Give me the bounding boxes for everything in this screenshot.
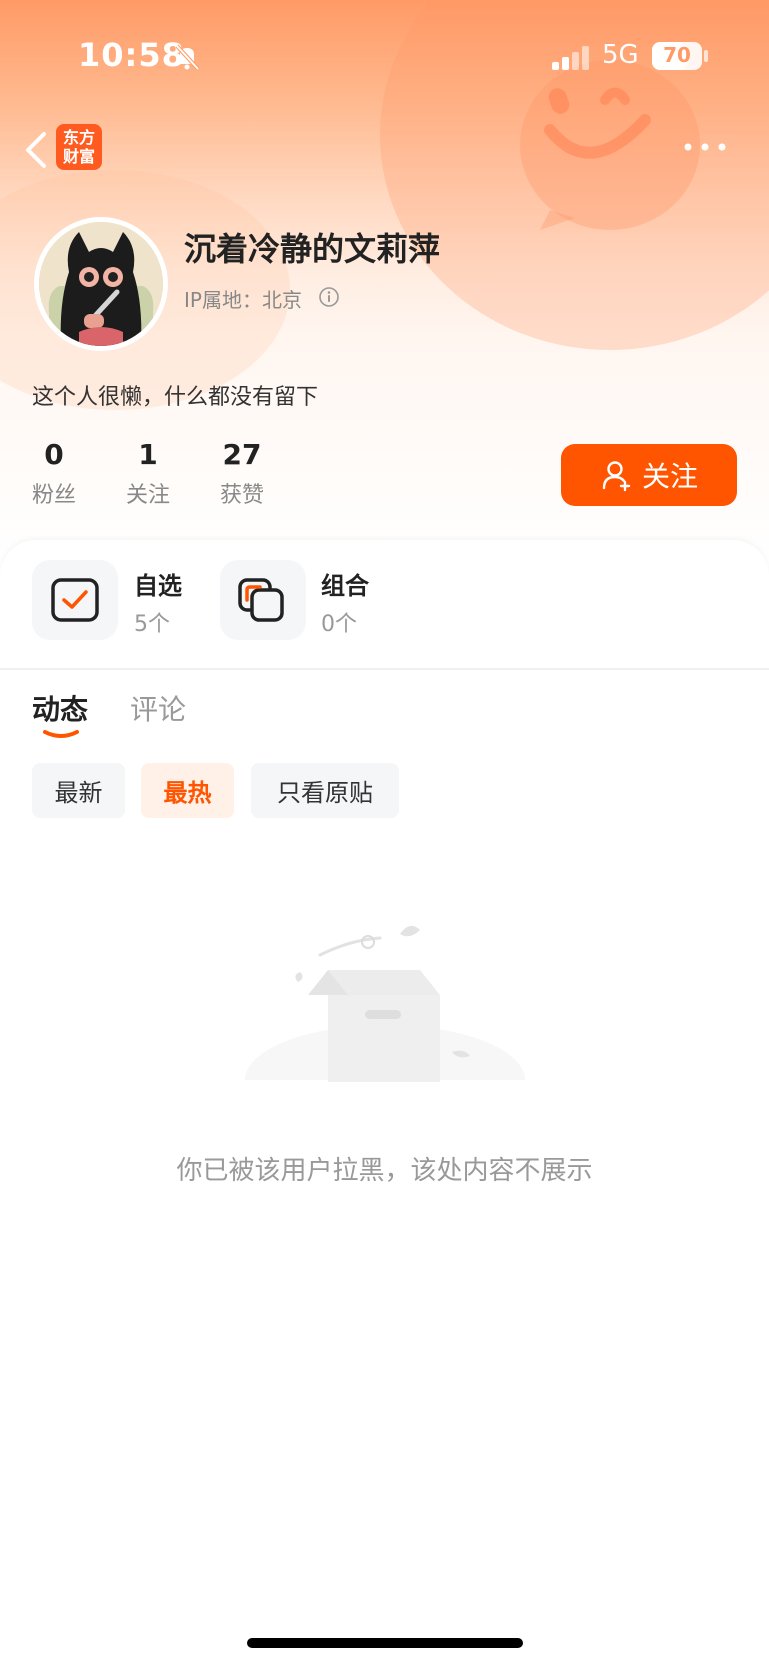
ip-location: IP属地：北京 xyxy=(184,288,302,312)
status-bar: 10:58 5G 70 xyxy=(0,0,769,110)
user-bio: 这个人很懒，什么都没有留下 xyxy=(32,385,319,410)
portfolio-title[interactable]: 组合 xyxy=(321,566,369,601)
filter-hottest[interactable]: 最热 xyxy=(141,763,234,818)
silent-bell-icon xyxy=(175,44,200,71)
chevron-left-icon xyxy=(26,132,46,168)
network-type: 5G xyxy=(602,40,639,70)
portfolio-count: 0个 xyxy=(321,612,357,637)
stat-label: 粉丝 xyxy=(31,483,76,508)
battery-percentage: 70 xyxy=(663,43,691,67)
stat-value: 1 xyxy=(138,438,158,471)
stat-following[interactable]: 1 关注 xyxy=(108,438,188,509)
follow-button[interactable]: 关注 xyxy=(561,444,737,506)
more-options-button[interactable] xyxy=(680,132,730,162)
home-indicator[interactable] xyxy=(247,1638,523,1648)
stat-label: 关注 xyxy=(125,483,170,508)
follow-button-label: 关注 xyxy=(641,460,698,493)
content-card xyxy=(0,540,769,1665)
stat-value: 27 xyxy=(222,438,262,471)
watchlist-count: 5个 xyxy=(134,612,170,637)
back-button[interactable] xyxy=(16,128,56,172)
portfolio-tile[interactable] xyxy=(220,560,306,640)
more-horizontal-icon xyxy=(684,143,726,151)
avatar-illustration xyxy=(39,222,163,346)
username: 沉着冷静的文莉萍 xyxy=(184,230,441,268)
stat-label: 获赞 xyxy=(219,483,264,508)
watchlist-title[interactable]: 自选 xyxy=(134,566,182,601)
stat-likes[interactable]: 27 获赞 xyxy=(202,438,282,509)
tab-comments[interactable]: 评论 xyxy=(130,688,186,728)
avatar[interactable] xyxy=(34,217,168,351)
status-time: 10:58 xyxy=(78,36,185,74)
battery-tip xyxy=(704,50,708,62)
brand-logo[interactable]: 东方财富 xyxy=(56,124,102,170)
cellular-signal-icon xyxy=(552,46,589,70)
active-tab-indicator xyxy=(43,730,79,738)
blocked-message: 你已被该用户拉黑，该处内容不展示 xyxy=(176,1156,593,1186)
watchlist-check-icon xyxy=(51,578,99,622)
watchlist-tile[interactable] xyxy=(32,560,118,640)
info-icon[interactable] xyxy=(318,286,340,308)
section-divider xyxy=(0,668,769,670)
stat-followers[interactable]: 0 粉丝 xyxy=(14,438,94,509)
portfolio-icon xyxy=(238,578,284,622)
filter-latest[interactable]: 最新 xyxy=(32,763,125,818)
filter-original-only[interactable]: 只看原贴 xyxy=(251,763,399,818)
empty-box-icon xyxy=(240,925,530,1100)
stat-value: 0 xyxy=(44,438,64,471)
add-user-icon xyxy=(602,461,631,492)
battery-icon: 70 xyxy=(652,42,702,70)
tab-activity[interactable]: 动态 xyxy=(32,688,88,728)
